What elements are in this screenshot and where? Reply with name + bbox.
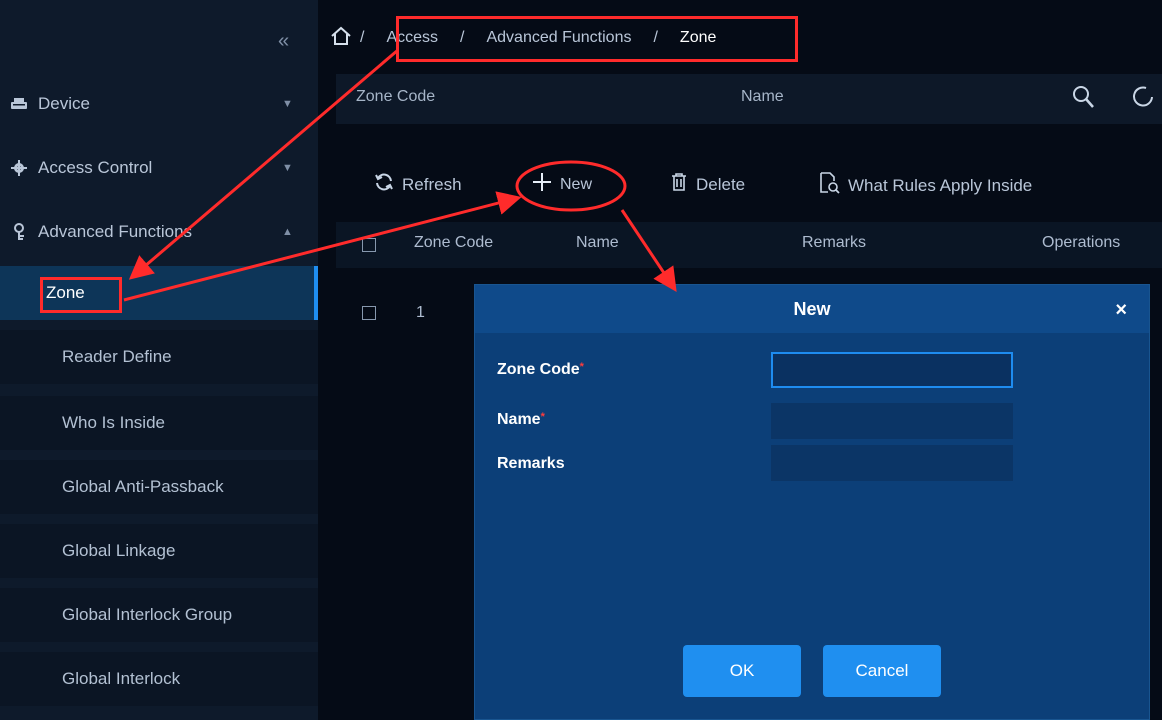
sidebar-item-global-anti-passback[interactable]: Global Anti-Passback: [0, 460, 318, 514]
delete-label: Delete: [696, 174, 746, 194]
chevron-down-icon: ▼: [282, 98, 293, 110]
sidebar-item-label: Global Interlock: [62, 669, 181, 688]
remarks-input[interactable]: [771, 445, 1013, 481]
table-header: Zone Code Name Remarks Operations: [336, 222, 1162, 268]
sidebar-item-access-control[interactable]: Access Control ▼: [0, 148, 318, 188]
required-mark: *: [540, 411, 545, 423]
sidebar-item-label: Global Interlock Group: [62, 605, 233, 624]
new-button[interactable]: New: [532, 172, 592, 197]
what-rules-label: What Rules Apply Inside: [848, 175, 1033, 195]
zone-code-label: Zone Code*: [497, 361, 584, 379]
device-icon: [10, 96, 28, 112]
plus-icon: [532, 172, 552, 197]
toolbar: Refresh New Delete What Rules Apply Insi…: [336, 160, 1136, 210]
what-rules-apply-inside-button[interactable]: What Rules Apply Inside: [818, 172, 1032, 199]
dialog-header: New ×: [475, 285, 1149, 333]
required-mark: *: [579, 361, 584, 373]
sidebar-item-device[interactable]: Device ▼: [0, 84, 318, 124]
refresh-icon: [374, 172, 394, 197]
sidebar-item-label: Device: [38, 94, 90, 113]
sidebar-item-global-interlock-group[interactable]: Global Interlock Group: [0, 588, 318, 642]
cell-zone-code: 1: [416, 304, 425, 321]
sidebar-item-advanced-functions[interactable]: Advanced Functions ▲: [0, 212, 318, 252]
delete-button[interactable]: Delete: [670, 172, 745, 197]
name-input[interactable]: [771, 403, 1013, 439]
column-header-remarks[interactable]: Remarks: [802, 234, 866, 252]
select-all-checkbox[interactable]: [362, 238, 376, 252]
sidebar-item-who-is-inside[interactable]: Who Is Inside: [0, 396, 318, 450]
annotation-zone-box: [40, 277, 122, 313]
sidebar-item-label: Who Is Inside: [62, 413, 165, 432]
trash-icon: [670, 172, 688, 197]
gear-icon: [10, 160, 28, 176]
new-label: New: [560, 175, 593, 193]
ok-button[interactable]: OK: [683, 645, 801, 697]
chevron-up-icon: ▲: [282, 226, 293, 238]
new-zone-dialog: New × Zone Code* Name* Remarks OK Cancel: [474, 284, 1150, 720]
sidebar-item-global-interlock[interactable]: Global Interlock: [0, 652, 318, 706]
advanced-icon: [10, 223, 28, 240]
annotation-breadcrumb-box: [396, 16, 798, 62]
reset-icon[interactable]: [1132, 84, 1154, 115]
filter-bar: Zone Code Name: [336, 74, 1162, 124]
sidebar-item-label: Advanced Functions: [38, 222, 193, 241]
sidebar-item-global-linkage[interactable]: Global Linkage: [0, 524, 318, 578]
sidebar-item-label: Global Linkage: [62, 541, 176, 560]
home-icon[interactable]: [330, 26, 352, 51]
sidebar-item-label: Access Control: [38, 158, 153, 177]
sidebar-item-label: Global Anti-Passback: [62, 477, 224, 496]
chevron-down-icon: ▼: [282, 162, 293, 174]
refresh-label: Refresh: [402, 174, 462, 194]
zone-code-input[interactable]: [771, 352, 1013, 388]
document-search-icon: [818, 172, 840, 199]
sidebar: « Device ▼ Access Control ▼ Advanced Fun…: [0, 0, 318, 720]
collapse-sidebar-icon[interactable]: «: [278, 30, 289, 53]
close-icon[interactable]: ×: [1115, 299, 1127, 322]
name-filter-label: Name: [741, 88, 784, 105]
breadcrumb-separator: /: [360, 29, 365, 46]
sidebar-item-label: Reader Define: [62, 347, 172, 366]
row-checkbox[interactable]: [362, 306, 376, 320]
column-header-name[interactable]: Name: [576, 234, 619, 252]
zone-code-filter-label: Zone Code: [356, 88, 436, 105]
remarks-label: Remarks: [497, 455, 565, 473]
column-header-operations: Operations: [1042, 234, 1121, 251]
sidebar-item-reader-define[interactable]: Reader Define: [0, 330, 318, 384]
name-label-text: Name: [497, 411, 541, 428]
zone-code-label-text: Zone Code: [497, 361, 580, 378]
refresh-button[interactable]: Refresh: [374, 172, 462, 197]
cancel-button[interactable]: Cancel: [823, 645, 941, 697]
name-label: Name*: [497, 411, 545, 429]
search-icon[interactable]: [1072, 84, 1096, 115]
remarks-label-text: Remarks: [497, 455, 565, 472]
column-header-zone-code[interactable]: Zone Code: [414, 234, 493, 252]
dialog-title: New: [793, 299, 831, 319]
